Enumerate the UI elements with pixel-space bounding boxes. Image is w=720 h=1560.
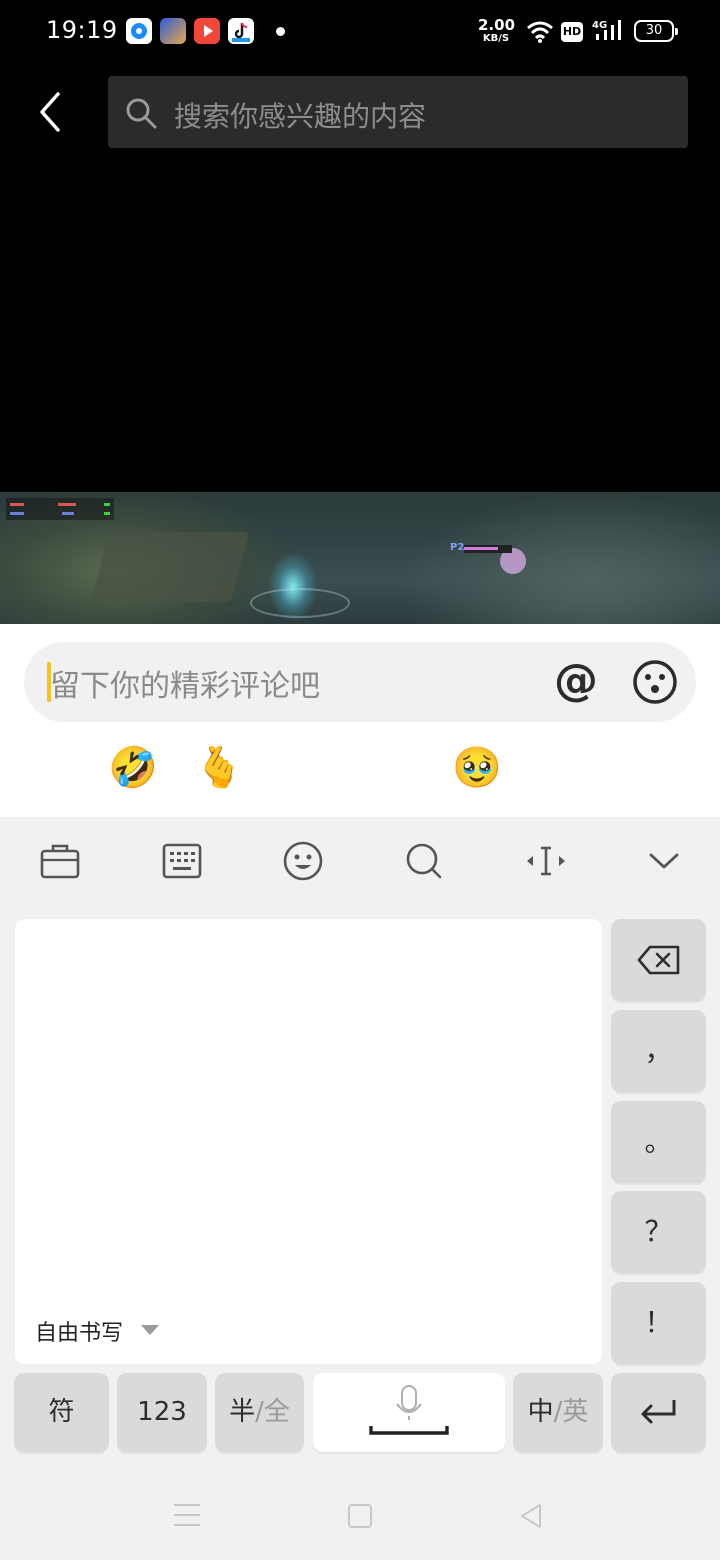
exclamation-key[interactable]: ！ <box>611 1282 706 1364</box>
briefcase-icon <box>40 844 80 879</box>
comma-key[interactable]: ， <box>611 1010 706 1092</box>
search-placeholder: 搜索你感兴趣的内容 <box>174 100 427 133</box>
search-input[interactable]: 搜索你感兴趣的内容 <box>108 76 688 148</box>
video-player[interactable]: P2 <box>0 492 720 624</box>
text-caret <box>47 662 51 702</box>
nav-back-button[interactable] <box>518 1502 544 1530</box>
game-hud <box>6 498 114 520</box>
search-icon <box>126 98 157 129</box>
status-time: 19:19 <box>46 16 118 44</box>
comment-panel: 留下你的精彩评论吧 @ 😭 🤣 🫰 ☕ 🙀 🥹 😡 😆 <box>0 624 720 817</box>
signal-icon: 4G <box>592 18 626 48</box>
notification-dot <box>276 27 285 36</box>
emoji-picker-icon[interactable] <box>632 659 678 705</box>
quick-emoji-crying[interactable]: 😭 <box>21 742 73 794</box>
quick-emoji-grinning[interactable]: 😆 <box>624 742 676 794</box>
enter-icon <box>641 1400 675 1424</box>
backspace-key[interactable] <box>611 919 706 1001</box>
handwriting-mode-label[interactable]: 自由书写 <box>35 1315 123 1347</box>
video-app-icon <box>194 18 220 44</box>
quick-emoji-laughing[interactable]: 🤣 <box>107 742 159 794</box>
half-width-label: 半 <box>229 1397 256 1427</box>
emoji-keyboard-button[interactable] <box>279 837 327 885</box>
keyboard: 自由书写 ， 。 ？ ！ 符 123 半/全 中/英 <box>0 817 720 1560</box>
full-width-label: /全 <box>255 1397 290 1427</box>
cursor-move-button[interactable] <box>522 837 570 885</box>
quick-emoji-angry[interactable]: 😡 <box>538 742 590 794</box>
language-toggle-key[interactable]: 中/英 <box>513 1373 603 1452</box>
quick-emoji-pleading[interactable]: 🥹 <box>451 742 503 794</box>
period-key[interactable]: 。 <box>611 1101 706 1183</box>
microphone-icon <box>369 1385 449 1435</box>
enter-key[interactable] <box>611 1373 706 1452</box>
symbol-key[interactable]: 符 <box>14 1373 109 1452</box>
wifi-icon <box>526 20 554 48</box>
backspace-icon <box>637 945 679 975</box>
nav-menu-button[interactable] <box>174 1504 202 1526</box>
english-label: /英 <box>553 1397 589 1427</box>
svg-text:4G: 4G <box>592 20 607 31</box>
chevron-left-icon <box>40 92 60 132</box>
status-bar: 19:19 2.00 KB/S HD 4G 30 <box>0 0 720 64</box>
nav-home-button[interactable] <box>348 1504 372 1528</box>
player-health-bar <box>464 545 512 553</box>
comment-input[interactable]: 留下你的精彩评论吧 @ <box>24 642 696 722</box>
net-speed: 2.00 KB/S <box>478 16 516 44</box>
player-tag: P2 <box>450 542 465 553</box>
chinese-label: 中 <box>527 1397 554 1427</box>
cursor-move-icon <box>527 846 565 876</box>
maps-app-icon <box>126 18 152 44</box>
dropdown-arrow-icon[interactable] <box>141 1325 159 1335</box>
quick-emoji-heart-fingers[interactable]: 🫰 <box>193 742 245 794</box>
smiley-icon <box>283 841 323 881</box>
number-key[interactable]: 123 <box>117 1373 207 1452</box>
keyboard-search-button[interactable] <box>400 837 448 885</box>
mention-button[interactable]: @ <box>552 658 600 706</box>
back-button[interactable] <box>30 88 74 136</box>
space-key[interactable] <box>313 1373 505 1452</box>
comment-placeholder: 留下你的精彩评论吧 <box>50 669 320 704</box>
toolbox-button[interactable] <box>36 837 84 885</box>
battery-indicator: 30 <box>634 20 678 42</box>
hide-keyboard-button[interactable] <box>640 837 688 885</box>
keyboard-layout-button[interactable] <box>158 837 206 885</box>
douyin-app-icon <box>228 18 254 44</box>
hd-badge: HD <box>561 22 583 42</box>
chevron-down-icon <box>649 853 679 869</box>
question-key[interactable]: ？ <box>611 1191 706 1273</box>
game-app-icon <box>160 18 186 44</box>
handwriting-pad[interactable]: 自由书写 <box>15 919 602 1364</box>
half-full-width-key[interactable]: 半/全 <box>215 1373 304 1452</box>
keyboard-icon <box>162 843 202 879</box>
quick-emoji-coffee[interactable]: ☕ <box>279 742 331 794</box>
quick-emoji-shocked[interactable]: 🙀 <box>365 742 417 794</box>
search-icon <box>406 843 442 879</box>
